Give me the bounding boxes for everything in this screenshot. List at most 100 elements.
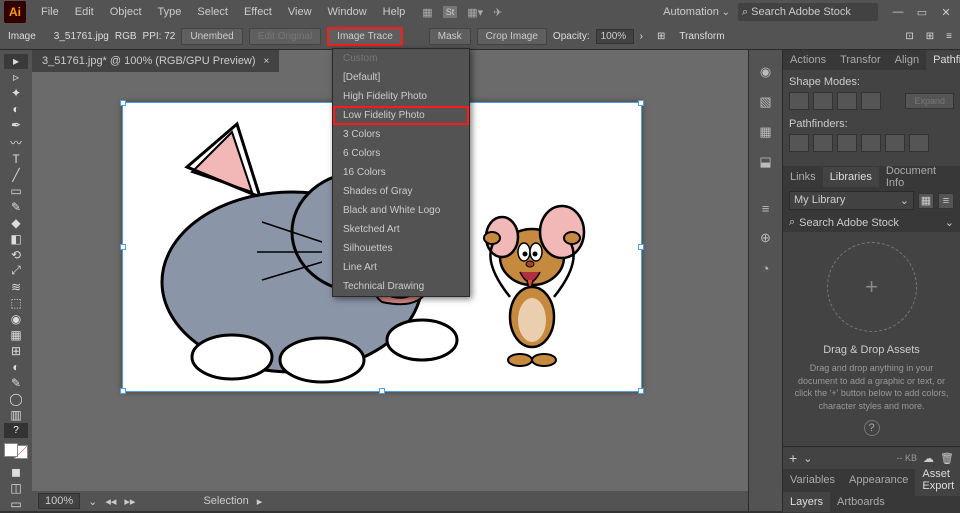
- add-chevron-icon[interactable]: ⌄: [803, 452, 812, 465]
- shape-builder-tool[interactable]: ◉: [4, 311, 28, 326]
- library-search[interactable]: Search Adobe Stock: [799, 217, 899, 229]
- preset-technical-drawing[interactable]: Technical Drawing: [333, 277, 469, 296]
- tab-appearance[interactable]: Appearance: [842, 470, 915, 490]
- paintbrush-tool[interactable]: ✎: [4, 200, 28, 215]
- type-tool[interactable]: T: [4, 152, 28, 167]
- menu-type[interactable]: Type: [151, 3, 189, 21]
- preset-high-fidelity[interactable]: High Fidelity Photo: [333, 87, 469, 106]
- menu-select[interactable]: Select: [190, 3, 235, 21]
- preset-6-colors[interactable]: 6 Colors: [333, 144, 469, 163]
- restore-button[interactable]: ▭: [912, 4, 932, 20]
- library-selector[interactable]: My Library ⌄: [789, 191, 914, 210]
- tab-pathfinder[interactable]: Pathfinder: [926, 50, 960, 70]
- menu-file[interactable]: File: [34, 3, 66, 21]
- preset-line-art[interactable]: Line Art: [333, 258, 469, 277]
- mesh-tool[interactable]: ⊞: [4, 343, 28, 358]
- unembed-button[interactable]: Unembed: [181, 28, 242, 45]
- intersect-button[interactable]: [837, 92, 857, 110]
- magic-wand-tool[interactable]: ✦: [4, 86, 28, 101]
- fill-mode[interactable]: ◼: [4, 464, 28, 479]
- mask-button[interactable]: Mask: [429, 28, 471, 45]
- scale-tool[interactable]: ⤢: [4, 263, 28, 278]
- gradient-tool[interactable]: ◐: [4, 359, 28, 374]
- zoom-field[interactable]: 100%: [38, 493, 80, 509]
- crop-image-button[interactable]: Crop Image: [477, 28, 547, 45]
- align-icon[interactable]: ⊞: [657, 31, 665, 42]
- tab-asset-export[interactable]: Asset Export: [915, 464, 960, 496]
- list-view-icon[interactable]: ≡: [938, 193, 954, 209]
- tab-variables[interactable]: Variables: [783, 470, 842, 490]
- close-tab-icon[interactable]: ×: [264, 56, 270, 67]
- preset-shades-of-gray[interactable]: Shades of Gray: [333, 182, 469, 201]
- color-swatch[interactable]: [4, 443, 28, 459]
- share-icon[interactable]: ✈: [493, 6, 502, 19]
- free-transform-tool[interactable]: ⬚: [4, 295, 28, 310]
- nav-prev-icon[interactable]: ◂◂: [105, 495, 116, 508]
- line-tool[interactable]: ╱: [4, 168, 28, 183]
- divide-button[interactable]: [789, 134, 809, 152]
- tab-align[interactable]: Align: [888, 50, 926, 70]
- draw-mode[interactable]: ◫: [4, 480, 28, 495]
- linked-file[interactable]: 3_51761.jpg: [54, 31, 109, 42]
- help-icon[interactable]: ?: [864, 420, 880, 436]
- crop-button[interactable]: [861, 134, 881, 152]
- symbols-icon[interactable]: ≡: [754, 196, 778, 220]
- graphic-styles-icon[interactable]: ◔: [754, 256, 778, 280]
- add-asset-icon[interactable]: +: [827, 242, 917, 332]
- exclude-button[interactable]: [861, 92, 881, 110]
- rectangle-tool[interactable]: ▭: [4, 184, 28, 199]
- lasso-tool[interactable]: ◐: [4, 102, 28, 117]
- close-button[interactable]: ✕: [936, 4, 956, 20]
- preset-sketched-art[interactable]: Sketched Art: [333, 220, 469, 239]
- filter-chevron-icon[interactable]: ⌄: [945, 216, 954, 229]
- isolate-icon[interactable]: ⊡: [905, 31, 913, 42]
- eraser-tool[interactable]: ◧: [4, 232, 28, 247]
- guide-icon[interactable]: ⊞: [926, 31, 934, 42]
- swatches-icon[interactable]: ▦: [754, 120, 778, 144]
- document-tab[interactable]: 3_51761.jpg* @ 100% (RGB/GPU Preview) ×: [32, 50, 279, 72]
- automation-menu[interactable]: Automation ⌄: [657, 3, 736, 21]
- delete-icon[interactable]: 🗑: [940, 452, 954, 465]
- tab-artboards[interactable]: Artboards: [830, 492, 892, 512]
- minus-front-button[interactable]: [813, 92, 833, 110]
- direct-selection-tool[interactable]: ▹: [4, 70, 28, 85]
- tab-actions[interactable]: Actions: [783, 50, 833, 70]
- panel-menu-icon[interactable]: ≡: [946, 31, 952, 42]
- menu-help[interactable]: Help: [376, 3, 413, 21]
- opacity-field[interactable]: 100%: [596, 29, 634, 44]
- zoom-chevron-icon[interactable]: ⌄: [88, 495, 97, 508]
- image-trace-button[interactable]: Image Trace: [327, 27, 403, 46]
- preset-silhouettes[interactable]: Silhouettes: [333, 239, 469, 258]
- tab-transform[interactable]: Transfor: [833, 50, 888, 70]
- tab-layers[interactable]: Layers: [783, 492, 830, 512]
- perspective-tool[interactable]: ▦: [4, 327, 28, 342]
- menu-edit[interactable]: Edit: [68, 3, 101, 21]
- shaper-tool[interactable]: ◆: [4, 216, 28, 231]
- help-tool[interactable]: ?: [4, 423, 28, 438]
- menu-effect[interactable]: Effect: [237, 3, 279, 21]
- status-chevron-icon[interactable]: ▸: [257, 495, 263, 508]
- merge-button[interactable]: [837, 134, 857, 152]
- eyedropper-tool[interactable]: ✎: [4, 375, 28, 390]
- rotate-tool[interactable]: ⟲: [4, 247, 28, 262]
- tab-links[interactable]: Links: [783, 167, 823, 187]
- bridge-icon[interactable]: ▦: [422, 6, 432, 19]
- library-drop-zone[interactable]: + Drag & Drop Assets Drag and drop anyth…: [783, 232, 960, 446]
- blend-tool[interactable]: ◯: [4, 391, 28, 406]
- column-graph-tool[interactable]: ▥: [4, 407, 28, 422]
- trim-button[interactable]: [813, 134, 833, 152]
- menu-object[interactable]: Object: [103, 3, 149, 21]
- stroke-icon[interactable]: ⊕: [754, 226, 778, 250]
- preset-low-fidelity[interactable]: Low Fidelity Photo: [333, 106, 469, 125]
- add-content-button[interactable]: +: [789, 450, 797, 466]
- curvature-tool[interactable]: 〰: [4, 134, 28, 151]
- selection-tool[interactable]: ▸: [4, 54, 28, 69]
- properties-icon[interactable]: ◉: [754, 60, 778, 84]
- screen-mode[interactable]: ▭: [4, 496, 28, 511]
- grid-view-icon[interactable]: ▦: [918, 193, 934, 209]
- minimize-button[interactable]: —: [888, 4, 908, 20]
- pen-tool[interactable]: ✒: [4, 118, 28, 133]
- menu-window[interactable]: Window: [321, 3, 374, 21]
- stock-icon[interactable]: St: [443, 6, 458, 18]
- search-input[interactable]: ⌕Search Adobe Stock: [738, 3, 878, 21]
